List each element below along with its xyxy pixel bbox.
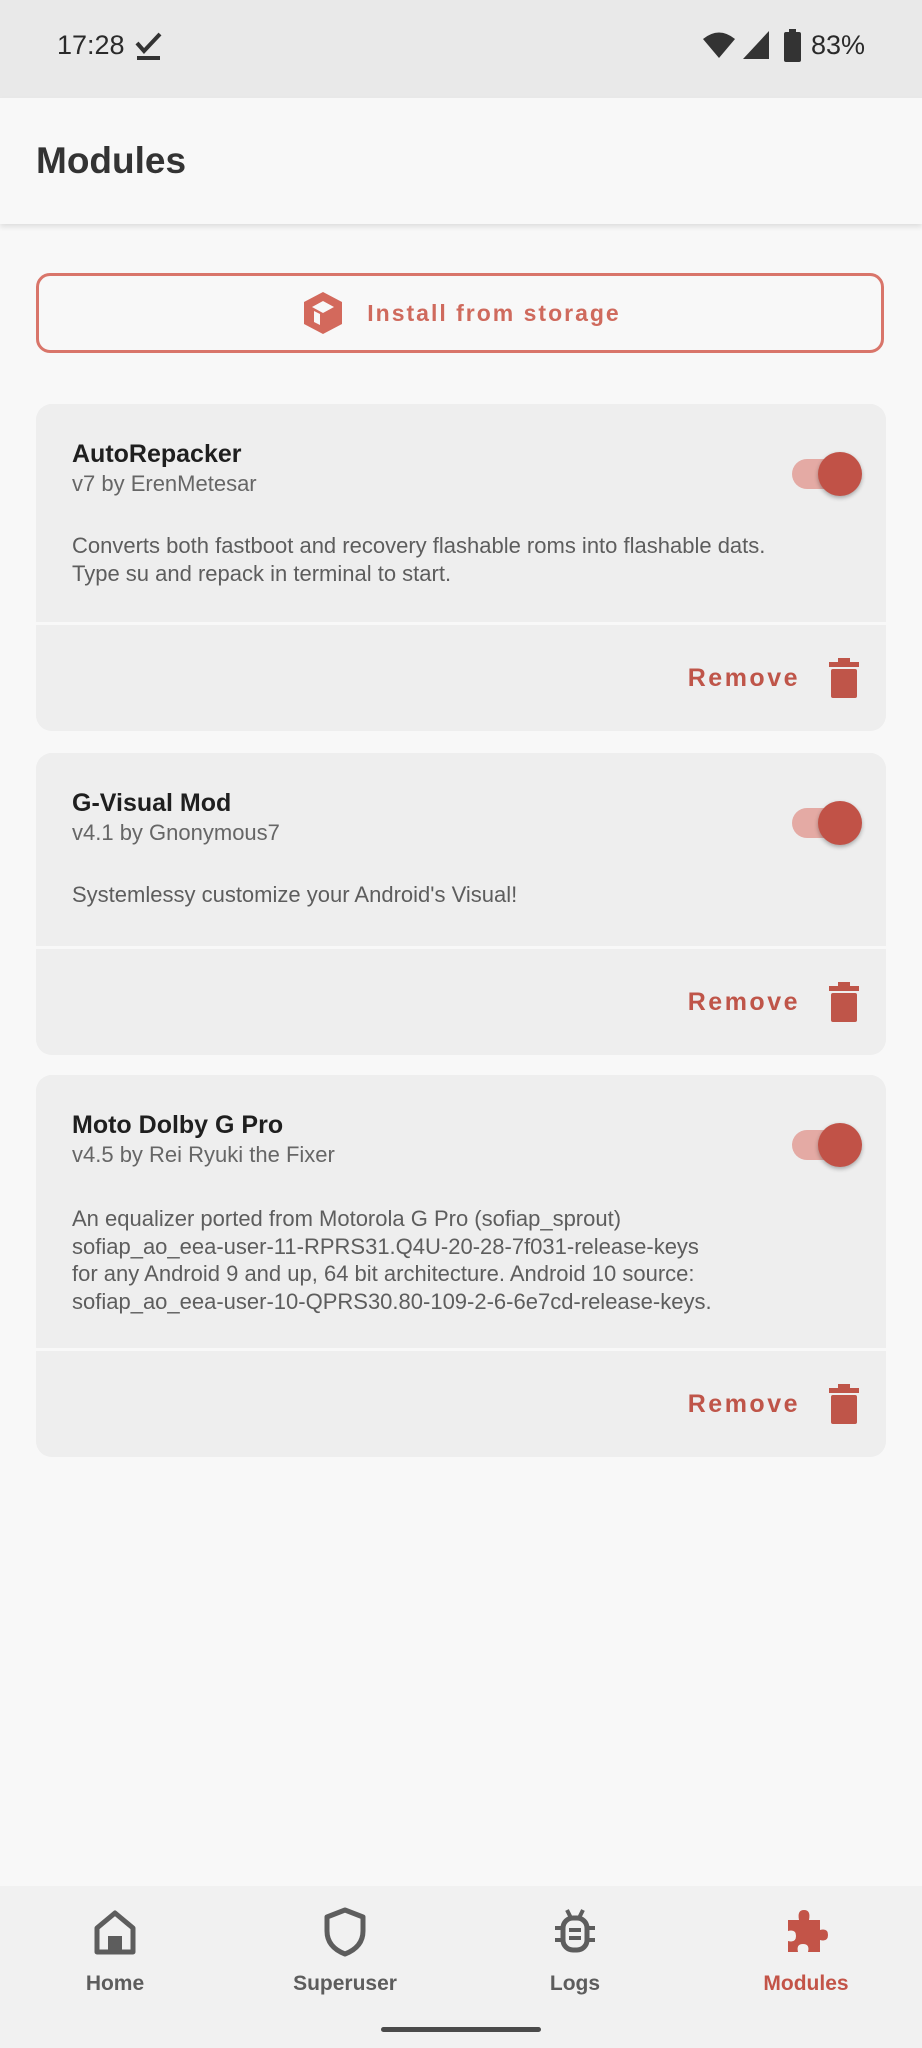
toggle-thumb <box>818 1123 862 1167</box>
module-enable-toggle[interactable] <box>788 795 862 845</box>
module-card-header: G-Visual Mod v4.1 by Gnonymous7 Systemle… <box>36 753 886 946</box>
remove-button[interactable]: Remove <box>688 977 860 1027</box>
bug-icon <box>555 1909 595 1953</box>
app-bar: Modules <box>0 98 922 224</box>
module-card-header: Moto Dolby G Pro v4.5 by Rei Ryuki the F… <box>36 1075 886 1348</box>
module-name: AutoRepacker <box>72 440 242 468</box>
battery-percent: 83% <box>811 30 866 60</box>
module-enable-toggle[interactable] <box>788 1117 862 1167</box>
remove-button[interactable]: Remove <box>688 1379 860 1429</box>
remove-button-label: Remove <box>687 1389 800 1418</box>
nav-label: Modules <box>763 1972 849 1995</box>
package-icon <box>304 292 343 334</box>
toggle-thumb <box>818 801 862 845</box>
nav-label: Home <box>85 1972 145 1995</box>
module-card-autorepacker: AutoRepacker v7 by ErenMetesar Converts … <box>36 404 886 731</box>
battery-icon <box>784 29 801 62</box>
install-from-storage-button[interactable]: Install from storage <box>36 273 884 353</box>
nav-item-modules[interactable]: Modules <box>706 1906 906 2016</box>
trash-icon <box>829 1384 859 1424</box>
puzzle-icon <box>788 1910 828 1952</box>
module-card-actions: Remove <box>36 1351 886 1457</box>
module-description: Converts both fastboot and recovery flas… <box>72 533 766 586</box>
module-version: v4.1 by Gnonymous7 <box>72 820 280 845</box>
nav-label: Logs <box>549 1972 601 1995</box>
status-bar: 17:28 83% <box>0 0 922 98</box>
home-icon <box>94 1910 136 1955</box>
status-time: 17:28 <box>57 30 125 60</box>
remove-button[interactable]: Remove <box>688 653 860 703</box>
module-card-moto-dolby-g-pro: Moto Dolby G Pro v4.5 by Rei Ryuki the F… <box>36 1075 886 1457</box>
trash-icon <box>829 658 859 698</box>
nav-label: Superuser <box>293 1972 397 1995</box>
toggle-thumb <box>818 452 862 496</box>
module-card-actions: Remove <box>36 949 886 1055</box>
home-indicator-bar[interactable] <box>381 2027 541 2032</box>
module-version: v4.5 by Rei Ryuki the Fixer <box>72 1142 335 1167</box>
module-enable-toggle[interactable] <box>788 446 862 496</box>
page-title: Modules <box>36 140 187 181</box>
bottom-navigation: Home Superuser Logs Modules <box>0 1886 922 2048</box>
nav-item-home[interactable]: Home <box>15 1906 215 2016</box>
signal-icon <box>743 31 769 59</box>
remove-button-label: Remove <box>687 987 800 1016</box>
module-card-header: AutoRepacker v7 by ErenMetesar Converts … <box>36 404 886 622</box>
module-name: Moto Dolby G Pro <box>72 1111 284 1139</box>
nav-item-superuser[interactable]: Superuser <box>245 1906 445 2016</box>
module-card-actions: Remove <box>36 625 886 731</box>
module-description: An equalizer ported from Motorola G Pro … <box>72 1206 712 1314</box>
nav-item-logs[interactable]: Logs <box>475 1906 675 2016</box>
install-button-label: Install from storage <box>367 299 621 326</box>
shield-icon <box>324 1907 366 1957</box>
module-name: G-Visual Mod <box>72 789 232 817</box>
module-card-g-visual-mod: G-Visual Mod v4.1 by Gnonymous7 Systemle… <box>36 753 886 1055</box>
wifi-icon <box>703 32 735 58</box>
module-version: v7 by ErenMetesar <box>72 471 257 496</box>
check-download-icon <box>135 32 162 60</box>
module-description: Systemlessy customize your Android's Vis… <box>72 882 518 907</box>
remove-button-label: Remove <box>687 663 800 692</box>
trash-icon <box>829 982 859 1022</box>
